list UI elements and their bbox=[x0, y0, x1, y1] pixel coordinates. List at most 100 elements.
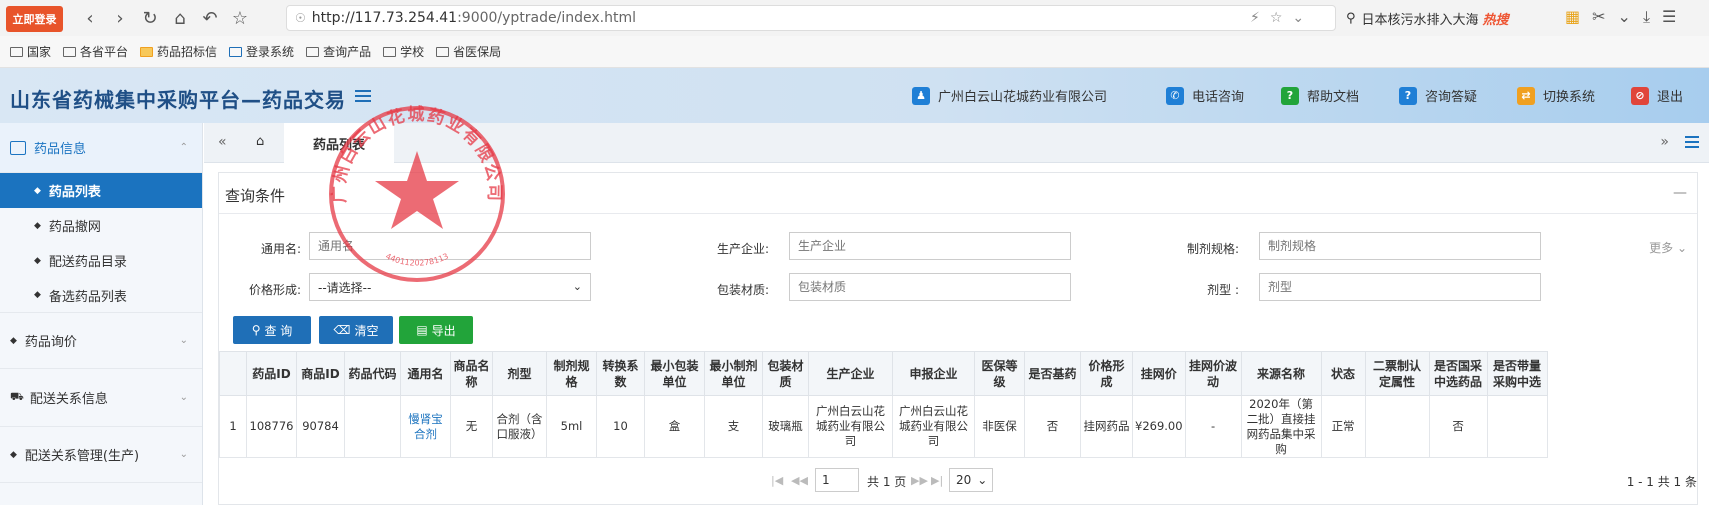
page-size-select[interactable]: 20 ⌄ bbox=[949, 468, 993, 492]
home-icon[interactable]: ⌂ bbox=[256, 134, 264, 149]
truck-icon: ⛟ bbox=[10, 390, 24, 403]
cell-listing-price: ¥269.00 bbox=[1132, 395, 1186, 458]
window-tools[interactable]: ▦✂⌄⤓☰ bbox=[1565, 7, 1688, 27]
bookmark-item[interactable]: 登录系统 bbox=[229, 43, 294, 60]
tab-menu-icon[interactable] bbox=[1685, 136, 1699, 148]
bookmark-item[interactable]: 国家 bbox=[10, 43, 51, 60]
column-header[interactable]: 医保等级 bbox=[974, 351, 1025, 396]
table-row[interactable]: 1 108776 90784 慢肾宝合剂 无 合剂（含口服液） 5ml 10 盒… bbox=[219, 395, 1548, 458]
first-page-icon[interactable]: |◀ bbox=[771, 474, 783, 487]
bookmark-item[interactable]: 学校 bbox=[383, 43, 424, 60]
tab-drug-list[interactable]: 药品列表 bbox=[284, 123, 394, 163]
package-label: 包装材质: bbox=[716, 283, 769, 297]
back-icon[interactable]: ‹ bbox=[78, 6, 102, 30]
cell-generic-name-link[interactable]: 慢肾宝合剂 bbox=[400, 395, 451, 458]
column-header[interactable]: 是否基药 bbox=[1024, 351, 1081, 396]
header-help[interactable]: ? 帮助文档 bbox=[1281, 86, 1359, 105]
column-header[interactable]: 药品代码 bbox=[344, 351, 401, 396]
column-header[interactable]: 商品ID bbox=[296, 351, 345, 396]
cell-spec: 5ml bbox=[546, 395, 597, 458]
sidebar-item-delivery-catalog[interactable]: ◆ 配送药品目录 bbox=[0, 243, 202, 278]
browser-search[interactable]: ⚲ 日本核污水排入大海 热搜 bbox=[1346, 5, 1556, 31]
column-header[interactable]: 是否带量采购中选 bbox=[1486, 351, 1548, 396]
table-header-row: 药品ID 商品ID 药品代码 通用名 商品名称 剂型 制剂规格 转换系数 最小包… bbox=[219, 351, 1548, 396]
undo-icon[interactable]: ↶ bbox=[198, 6, 222, 30]
cell-price-fluctuation: - bbox=[1184, 395, 1242, 458]
column-header[interactable]: 状态 bbox=[1320, 351, 1366, 396]
column-header[interactable]: 二票制认定属性 bbox=[1364, 351, 1430, 396]
divider bbox=[219, 213, 1697, 214]
folder-icon bbox=[10, 46, 23, 57]
price-select[interactable]: --请选择-- ⌄ bbox=[309, 273, 591, 301]
address-bar[interactable]: ☉ http://117.73.254.41 :9000/yptrade/ind… bbox=[286, 5, 1336, 31]
column-header[interactable]: 制剂规格 bbox=[546, 351, 597, 396]
column-header[interactable]: 商品名称 bbox=[450, 351, 493, 396]
sidebar-section-inquiry[interactable]: ◆ 药品询价 ⌄ bbox=[0, 313, 202, 369]
next-page-icon[interactable]: ▶▶ bbox=[911, 474, 928, 487]
column-header[interactable]: 挂网价 bbox=[1132, 351, 1186, 396]
generic-name-input[interactable] bbox=[309, 232, 591, 260]
tab-scroll-right-icon[interactable]: » bbox=[1660, 134, 1669, 150]
spec-input[interactable] bbox=[1259, 232, 1541, 260]
column-header[interactable]: 价格形成 bbox=[1080, 351, 1133, 396]
bookmark-item[interactable]: 各省平台 bbox=[63, 43, 128, 60]
header-faq[interactable]: ? 咨询答疑 bbox=[1399, 86, 1477, 105]
menu-toggle-icon[interactable] bbox=[355, 90, 371, 102]
last-page-icon[interactable]: ▶| bbox=[931, 474, 943, 487]
minimize-icon[interactable]: — bbox=[1673, 185, 1687, 201]
column-header[interactable]: 药品ID bbox=[246, 351, 297, 396]
forward-icon[interactable]: › bbox=[108, 6, 132, 30]
query-button[interactable]: ⚲ 查 询 bbox=[233, 316, 311, 344]
sidebar-section-delivery-mgmt[interactable]: ◆ 配送关系管理(生产) ⌄ bbox=[0, 427, 202, 483]
column-header[interactable]: 是否国采中选药品 bbox=[1428, 351, 1488, 396]
tab-scroll-left-icon[interactable]: « bbox=[218, 134, 227, 150]
column-header[interactable]: 挂网价波动 bbox=[1184, 351, 1242, 396]
column-header[interactable]: 最小包装单位 bbox=[644, 351, 705, 396]
chevron-down-icon: ⌄ bbox=[179, 449, 188, 460]
manufacturer-input[interactable] bbox=[789, 232, 1071, 260]
bookmark-item[interactable]: 药品招标信 bbox=[140, 43, 217, 60]
column-header[interactable]: 生产企业 bbox=[808, 351, 893, 396]
column-header[interactable]: 剂型 bbox=[492, 351, 547, 396]
briefcase-icon bbox=[10, 140, 26, 155]
header-company[interactable]: ♟ 广州白云山花城药业有限公司 bbox=[912, 86, 1107, 105]
url-path: :9000/yptrade/index.html bbox=[457, 10, 636, 26]
address-actions[interactable]: ⚡☆⌄ bbox=[1250, 10, 1314, 26]
sidebar-section-drug-info[interactable]: 药品信息 ⌃ bbox=[0, 123, 202, 173]
dosage-input[interactable] bbox=[1259, 273, 1541, 301]
folder-icon bbox=[436, 46, 450, 57]
login-badge[interactable]: 立即登录 bbox=[6, 6, 63, 32]
bookmark-item[interactable]: 省医保局 bbox=[436, 43, 501, 60]
sidebar-item-drug-withdraw[interactable]: ◆ 药品撤网 bbox=[0, 208, 202, 243]
chevron-down-icon: ⌄ bbox=[977, 473, 988, 487]
sidebar-item-backup-list[interactable]: ◆ 备选药品列表 bbox=[0, 278, 202, 313]
cell-conversion: 10 bbox=[596, 395, 645, 458]
page-number-input[interactable]: 1 bbox=[815, 468, 859, 492]
column-header[interactable]: 通用名 bbox=[400, 351, 451, 396]
cell-volume-procurement bbox=[1486, 395, 1548, 458]
sidebar-section-delivery[interactable]: ⛟ 配送关系信息 ⌄ bbox=[0, 369, 202, 427]
drug-table-wrap: 药品ID 商品ID 药品代码 通用名 商品名称 剂型 制剂规格 转换系数 最小包… bbox=[219, 351, 1699, 458]
row-number: 1 bbox=[219, 395, 247, 458]
header-phone[interactable]: ✆ 电话咨询 bbox=[1166, 86, 1244, 105]
chevron-down-icon: ⌄ bbox=[179, 392, 188, 403]
column-header[interactable]: 申报企业 bbox=[892, 351, 975, 396]
reload-icon[interactable]: ↻ bbox=[138, 6, 162, 30]
column-header[interactable]: 转换系数 bbox=[596, 351, 645, 396]
column-header[interactable]: 来源名称 bbox=[1240, 351, 1322, 396]
header-logout[interactable]: ⊘ 退出 bbox=[1631, 86, 1683, 105]
help-icon: ? bbox=[1281, 86, 1299, 105]
home-icon[interactable]: ⌂ bbox=[168, 6, 192, 30]
column-header[interactable]: 最小制剂单位 bbox=[704, 351, 763, 396]
cell-drug-id: 108776 bbox=[246, 395, 297, 458]
prev-page-icon[interactable]: ◀◀ bbox=[791, 474, 808, 487]
sidebar-item-drug-list[interactable]: ◆ 药品列表 bbox=[0, 173, 202, 208]
export-button[interactable]: ▤ 导出 bbox=[399, 316, 473, 344]
header-switch[interactable]: ⇄ 切换系统 bbox=[1517, 86, 1595, 105]
column-header[interactable]: 包装材质 bbox=[762, 351, 809, 396]
star-icon[interactable]: ☆ bbox=[228, 6, 252, 30]
package-input[interactable] bbox=[789, 273, 1071, 301]
clear-button[interactable]: ⌫ 清空 bbox=[319, 316, 393, 344]
bookmark-item[interactable]: 查询产品 bbox=[306, 43, 371, 60]
more-toggle[interactable]: 更多 ⌄ bbox=[1649, 239, 1687, 256]
